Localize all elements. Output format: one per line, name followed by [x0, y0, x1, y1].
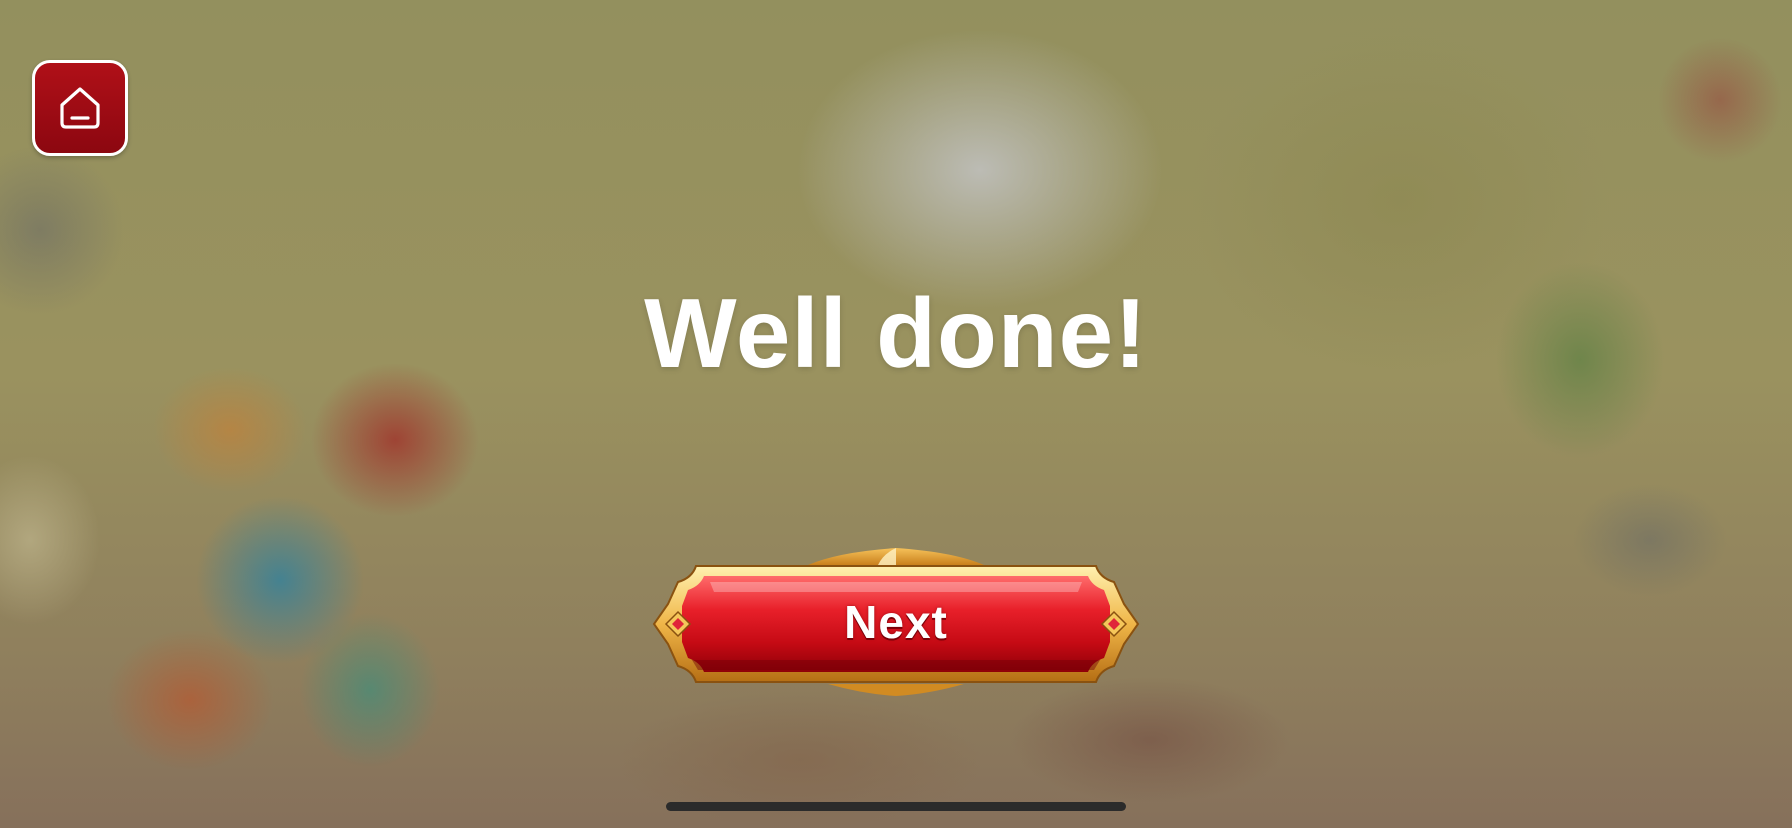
well-done-title: Well done! [644, 278, 1148, 388]
home-indicator-bar[interactable] [666, 802, 1126, 811]
next-button[interactable]: Next [648, 544, 1144, 700]
home-button[interactable] [32, 60, 128, 156]
blurred-background [0, 0, 1792, 828]
game-scene: Well done! Next [0, 0, 1792, 828]
home-icon [60, 87, 100, 129]
next-button-label: Next [844, 596, 948, 648]
